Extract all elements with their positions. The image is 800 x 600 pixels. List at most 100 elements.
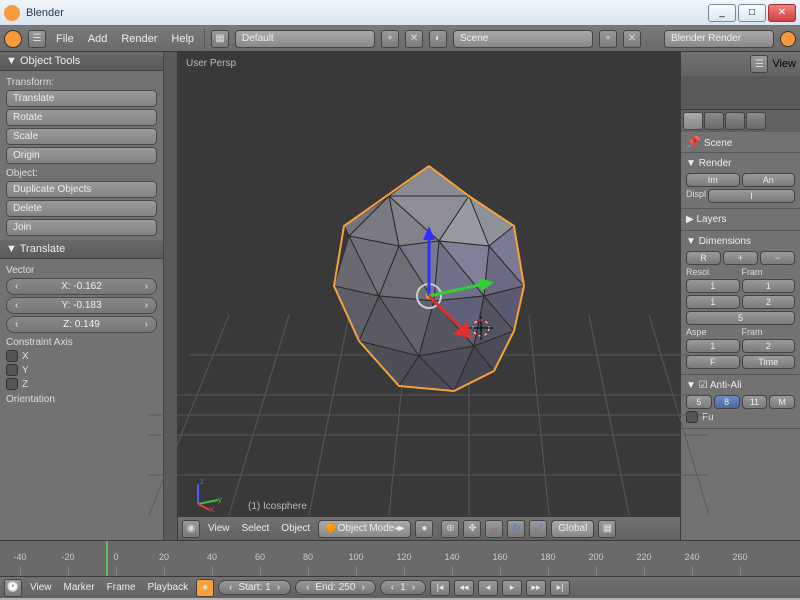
- tl-marker[interactable]: Marker: [60, 580, 99, 595]
- layout-del-icon[interactable]: ✕: [405, 30, 423, 48]
- aa-8[interactable]: 8: [714, 395, 740, 409]
- origin-button[interactable]: Origin: [6, 147, 157, 164]
- next-key-button[interactable]: ▸▸: [526, 580, 546, 596]
- res-pct[interactable]: 5: [686, 311, 795, 325]
- frame-end[interactable]: 2: [742, 295, 796, 309]
- current-frame-field[interactable]: ‹ 1 ›: [380, 580, 426, 595]
- transform-gizmo[interactable]: [339, 206, 519, 386]
- vp-menu-object[interactable]: Object: [277, 521, 314, 536]
- aspect-y[interactable]: F: [686, 355, 740, 369]
- record-button[interactable]: ●: [196, 579, 214, 597]
- scene-icon[interactable]: ◐: [429, 30, 447, 48]
- vector-x-field[interactable]: ‹X: -0.162›: [6, 278, 157, 295]
- vector-y-field[interactable]: ‹Y: -0.183›: [6, 297, 157, 314]
- fps[interactable]: 2: [742, 339, 796, 353]
- manip-translate-icon[interactable]: ↔: [485, 520, 503, 538]
- display-dropdown[interactable]: I: [708, 189, 795, 203]
- outliner-view[interactable]: View: [772, 58, 796, 70]
- timeline-type-icon[interactable]: 🕐: [4, 579, 22, 597]
- timeline-header: 🕐 View Marker Frame Playback ● ‹ Start: …: [0, 576, 800, 598]
- orientation-dropdown[interactable]: Global: [551, 520, 594, 538]
- close-button[interactable]: ✕: [768, 4, 796, 22]
- render-image-button[interactable]: Im: [686, 173, 740, 187]
- layers-panel-header[interactable]: ▶ Layers: [686, 212, 795, 227]
- tl-playback[interactable]: Playback: [144, 580, 193, 595]
- preset-del[interactable]: −: [760, 251, 795, 265]
- layout-add-icon[interactable]: +: [381, 30, 399, 48]
- constraint-x[interactable]: X: [6, 350, 157, 362]
- timeline-track[interactable]: -40-200204060801001201401601802002202402…: [0, 541, 800, 576]
- pivot-icon[interactable]: ⊕: [441, 520, 459, 538]
- scene-add-icon[interactable]: +: [599, 30, 617, 48]
- outliner-type-icon[interactable]: ☰: [750, 55, 768, 73]
- antialias-panel-header[interactable]: ▼ ☑ Anti-Ali: [686, 378, 795, 393]
- manip-rotate-icon[interactable]: ↻: [507, 520, 525, 538]
- menu-file[interactable]: File: [52, 31, 78, 47]
- translate-button[interactable]: Translate: [6, 90, 157, 107]
- tab-scene[interactable]: [704, 112, 724, 130]
- tl-view[interactable]: View: [26, 580, 56, 595]
- tab-world[interactable]: [725, 112, 745, 130]
- res-y[interactable]: 1: [686, 295, 740, 309]
- constraint-z[interactable]: Z: [6, 378, 157, 390]
- minimize-button[interactable]: _: [708, 4, 736, 22]
- editor-type-icon[interactable]: ◉: [182, 520, 200, 538]
- tl-frame[interactable]: Frame: [103, 580, 140, 595]
- aa-m[interactable]: M: [769, 395, 795, 409]
- time-remap[interactable]: Time: [742, 355, 796, 369]
- res-x[interactable]: 1: [686, 279, 740, 293]
- tab-render[interactable]: [683, 112, 703, 130]
- delete-button[interactable]: Delete: [6, 200, 157, 217]
- svg-text:x: x: [210, 505, 214, 512]
- end-frame-field[interactable]: ‹ End: 250 ›: [295, 580, 376, 595]
- jump-end-button[interactable]: ▸|: [550, 580, 570, 596]
- layers-icon[interactable]: ▦: [598, 520, 616, 538]
- full-sample[interactable]: Fu: [686, 411, 714, 423]
- constraint-y[interactable]: Y: [6, 364, 157, 376]
- mode-dropdown[interactable]: 🔶 Object Mode ◂▸: [318, 520, 411, 538]
- timeline-tick-label: 40: [207, 552, 217, 562]
- render-anim-button[interactable]: An: [742, 173, 796, 187]
- render-engine-dropdown[interactable]: Blender Render: [664, 30, 774, 48]
- rotate-button[interactable]: Rotate: [6, 109, 157, 126]
- preset-dropdown[interactable]: R: [686, 251, 721, 265]
- screen-layout-dropdown[interactable]: Default: [235, 30, 375, 48]
- translate-panel-header[interactable]: ▼ Translate: [0, 240, 163, 259]
- vector-z-field[interactable]: ‹Z: 0.149›: [6, 316, 157, 333]
- duplicate-button[interactable]: Duplicate Objects: [6, 181, 157, 198]
- play-rev-button[interactable]: ◂: [478, 580, 498, 596]
- scene-del-icon[interactable]: ✕: [623, 30, 641, 48]
- pin-icon[interactable]: 📌: [686, 135, 701, 149]
- start-frame-field[interactable]: ‹ Start: 1 ›: [218, 580, 291, 595]
- tab-object[interactable]: [746, 112, 766, 130]
- aspect-x[interactable]: 1: [686, 339, 740, 353]
- jump-start-button[interactable]: |◂: [430, 580, 450, 596]
- 3d-viewport[interactable]: User Persp: [178, 52, 680, 540]
- manipulator-icon[interactable]: ✥: [463, 520, 481, 538]
- play-button[interactable]: ▸: [502, 580, 522, 596]
- join-button[interactable]: Join: [6, 219, 157, 236]
- menu-help[interactable]: Help: [167, 31, 198, 47]
- menu-render[interactable]: Render: [117, 31, 161, 47]
- prev-key-button[interactable]: ◂◂: [454, 580, 474, 596]
- dimensions-panel-header[interactable]: ▼ Dimensions: [686, 234, 795, 249]
- blender-logo-icon[interactable]: [4, 30, 22, 48]
- manip-scale-icon[interactable]: ⤢: [529, 520, 547, 538]
- toolshelf-scrollbar[interactable]: [163, 52, 177, 540]
- scale-button[interactable]: Scale: [6, 128, 157, 145]
- vp-menu-view[interactable]: View: [204, 521, 234, 536]
- object-tools-header[interactable]: ▼ Object Tools: [0, 52, 163, 71]
- maximize-button[interactable]: □: [738, 4, 766, 22]
- aa-11[interactable]: 11: [742, 395, 768, 409]
- window-type-icon[interactable]: ☰: [28, 30, 46, 48]
- menu-add[interactable]: Add: [84, 31, 112, 47]
- frame-start[interactable]: 1: [742, 279, 796, 293]
- scene-dropdown[interactable]: Scene: [453, 30, 593, 48]
- render-panel-header[interactable]: ▼ Render: [686, 156, 795, 171]
- shading-icon[interactable]: ●: [415, 520, 433, 538]
- vp-menu-select[interactable]: Select: [238, 521, 274, 536]
- preset-add[interactable]: +: [723, 251, 758, 265]
- outliner[interactable]: [681, 76, 800, 110]
- layout-icon[interactable]: ▦: [211, 30, 229, 48]
- aa-5[interactable]: 5: [686, 395, 712, 409]
